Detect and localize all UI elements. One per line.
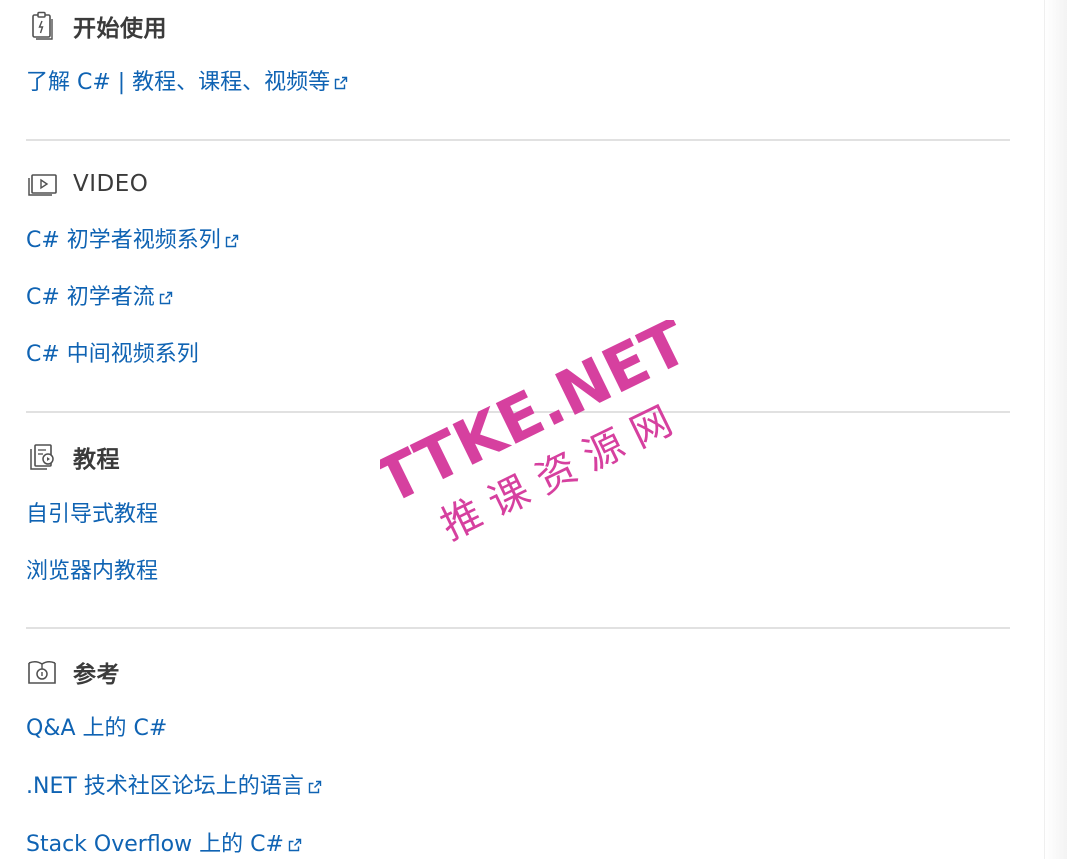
watermark-line2: 推 课 资 源 网 [434,398,680,549]
link-in-browser-tutorial[interactable]: 浏览器内教程 [26,561,158,583]
link-intermediate-video-series[interactable]: C# 中间视频系列 [26,344,199,366]
section-header-video: VIDEO [26,166,148,202]
link-label: 了解 C# | 教程、课程、视频等 [26,70,331,95]
link-label: Stack Overflow 上的 C# [26,832,284,857]
section-header-reference: 参考 [26,654,120,690]
reference-book-icon [26,656,58,688]
section-divider [26,411,1010,413]
link-beginner-video-series[interactable]: C# 初学者视频系列 [26,230,239,252]
link-label: C# 中间视频系列 [26,342,199,367]
video-icon [26,168,58,200]
section-divider [26,139,1010,141]
link-beginner-stream[interactable]: C# 初学者流 [26,287,173,309]
scroll-area-edge [1044,0,1067,859]
external-link-icon [159,291,172,305]
section-title: 参考 [73,662,120,688]
link-self-guided-tutorial[interactable]: 自引导式教程 [26,504,158,526]
external-link-icon [288,838,302,852]
link-stack-overflow-csharp[interactable]: Stack Overflow 上的 C# [26,834,302,856]
link-label: C# 初学者流 [26,285,155,310]
section-header-tutorials: 教程 [26,439,120,475]
section-divider [26,627,1010,629]
section-title: 教程 [73,447,120,473]
link-label: .NET 技术社区论坛上的语言 [26,774,304,799]
watermark-line1: TTKE.NET [380,320,699,518]
watermark: TTKE.NET 推 课 资 源 网 [365,305,700,550]
page: 开始使用 了解 C# | 教程、课程、视频等 VIDEO C# 初学者视频系列 [0,0,1067,859]
section-title: VIDEO [73,171,149,197]
tutorial-icon [26,441,58,473]
link-label: 自引导式教程 [26,502,159,527]
link-label: Q&A 上的 C# [26,716,168,741]
external-link-icon [225,234,238,248]
link-qa-csharp[interactable]: Q&A 上的 C# [26,718,167,740]
external-link-icon [308,780,321,794]
link-label: C# 初学者视频系列 [26,228,221,253]
clipboard-icon [26,10,58,42]
link-dotnet-tech-community[interactable]: .NET 技术社区论坛上的语言 [26,776,322,798]
external-link-icon [334,76,348,90]
link-label: 浏览器内教程 [26,559,159,584]
section-header-get-started: 开始使用 [26,8,167,44]
link-learn-csharp[interactable]: 了解 C# | 教程、课程、视频等 [26,72,348,94]
section-title: 开始使用 [73,16,167,42]
